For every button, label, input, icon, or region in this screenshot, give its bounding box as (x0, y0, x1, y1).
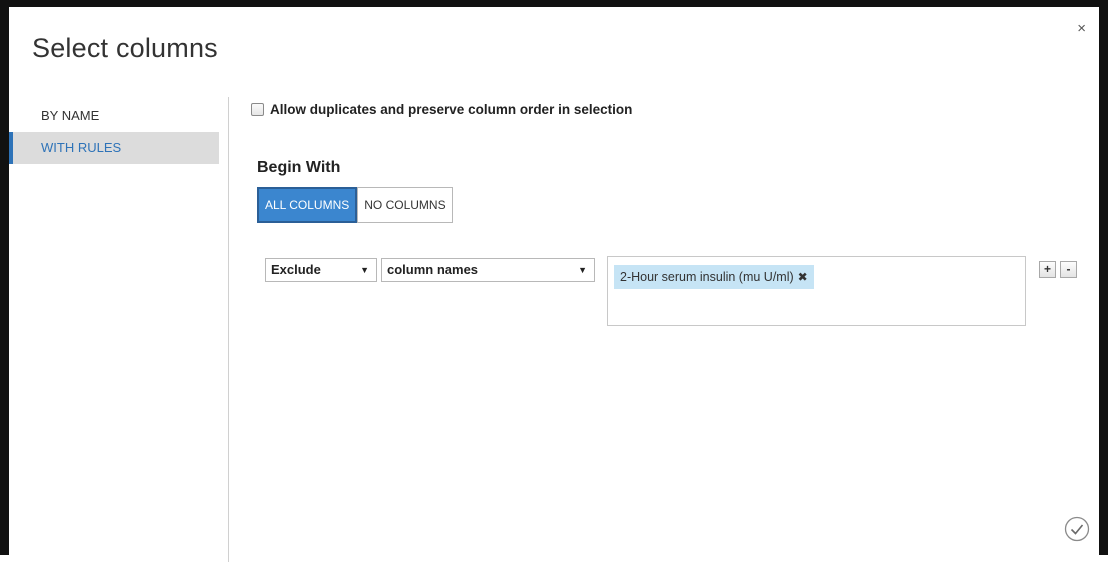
rule-action-select[interactable]: Exclude ▼ (265, 258, 377, 282)
begin-with-toggle: ALL COLUMNS NO COLUMNS (257, 187, 453, 223)
chevron-down-icon: ▼ (360, 265, 369, 275)
allow-duplicates-checkbox[interactable] (251, 103, 264, 116)
no-columns-button[interactable]: NO COLUMNS (357, 187, 453, 223)
check-circle-icon[interactable] (1064, 516, 1090, 542)
close-icon[interactable]: × (1077, 21, 1086, 36)
rule-type-select[interactable]: column names ▼ (381, 258, 595, 282)
allow-duplicates-label: Allow duplicates and preserve column ord… (270, 102, 633, 117)
rule-type-value: column names (387, 262, 479, 277)
remove-tag-icon[interactable]: ✖ (798, 265, 808, 289)
chevron-down-icon: ▼ (578, 265, 587, 275)
remove-rule-button[interactable]: - (1060, 261, 1077, 278)
add-rule-button[interactable]: + (1039, 261, 1056, 278)
column-tag: 2-Hour serum insulin (mu U/ml) ✖ (614, 265, 814, 289)
allow-duplicates-row: Allow duplicates and preserve column ord… (251, 102, 632, 117)
dialog-title: Select columns (32, 33, 218, 63)
rule-action-value: Exclude (271, 262, 321, 277)
sidebar: BY NAME WITH RULES (9, 100, 219, 164)
begin-with-title: Begin With (257, 159, 341, 176)
column-tag-label: 2-Hour serum insulin (mu U/ml) (620, 270, 794, 284)
sidebar-divider (228, 97, 229, 562)
select-columns-dialog: Select columns × BY NAME WITH RULES Allo… (0, 0, 1108, 562)
all-columns-button[interactable]: ALL COLUMNS (257, 187, 358, 223)
sidebar-item-with-rules[interactable]: WITH RULES (9, 132, 219, 164)
column-names-input[interactable]: 2-Hour serum insulin (mu U/ml) ✖ (607, 256, 1026, 326)
sidebar-item-by-name[interactable]: BY NAME (9, 100, 219, 132)
